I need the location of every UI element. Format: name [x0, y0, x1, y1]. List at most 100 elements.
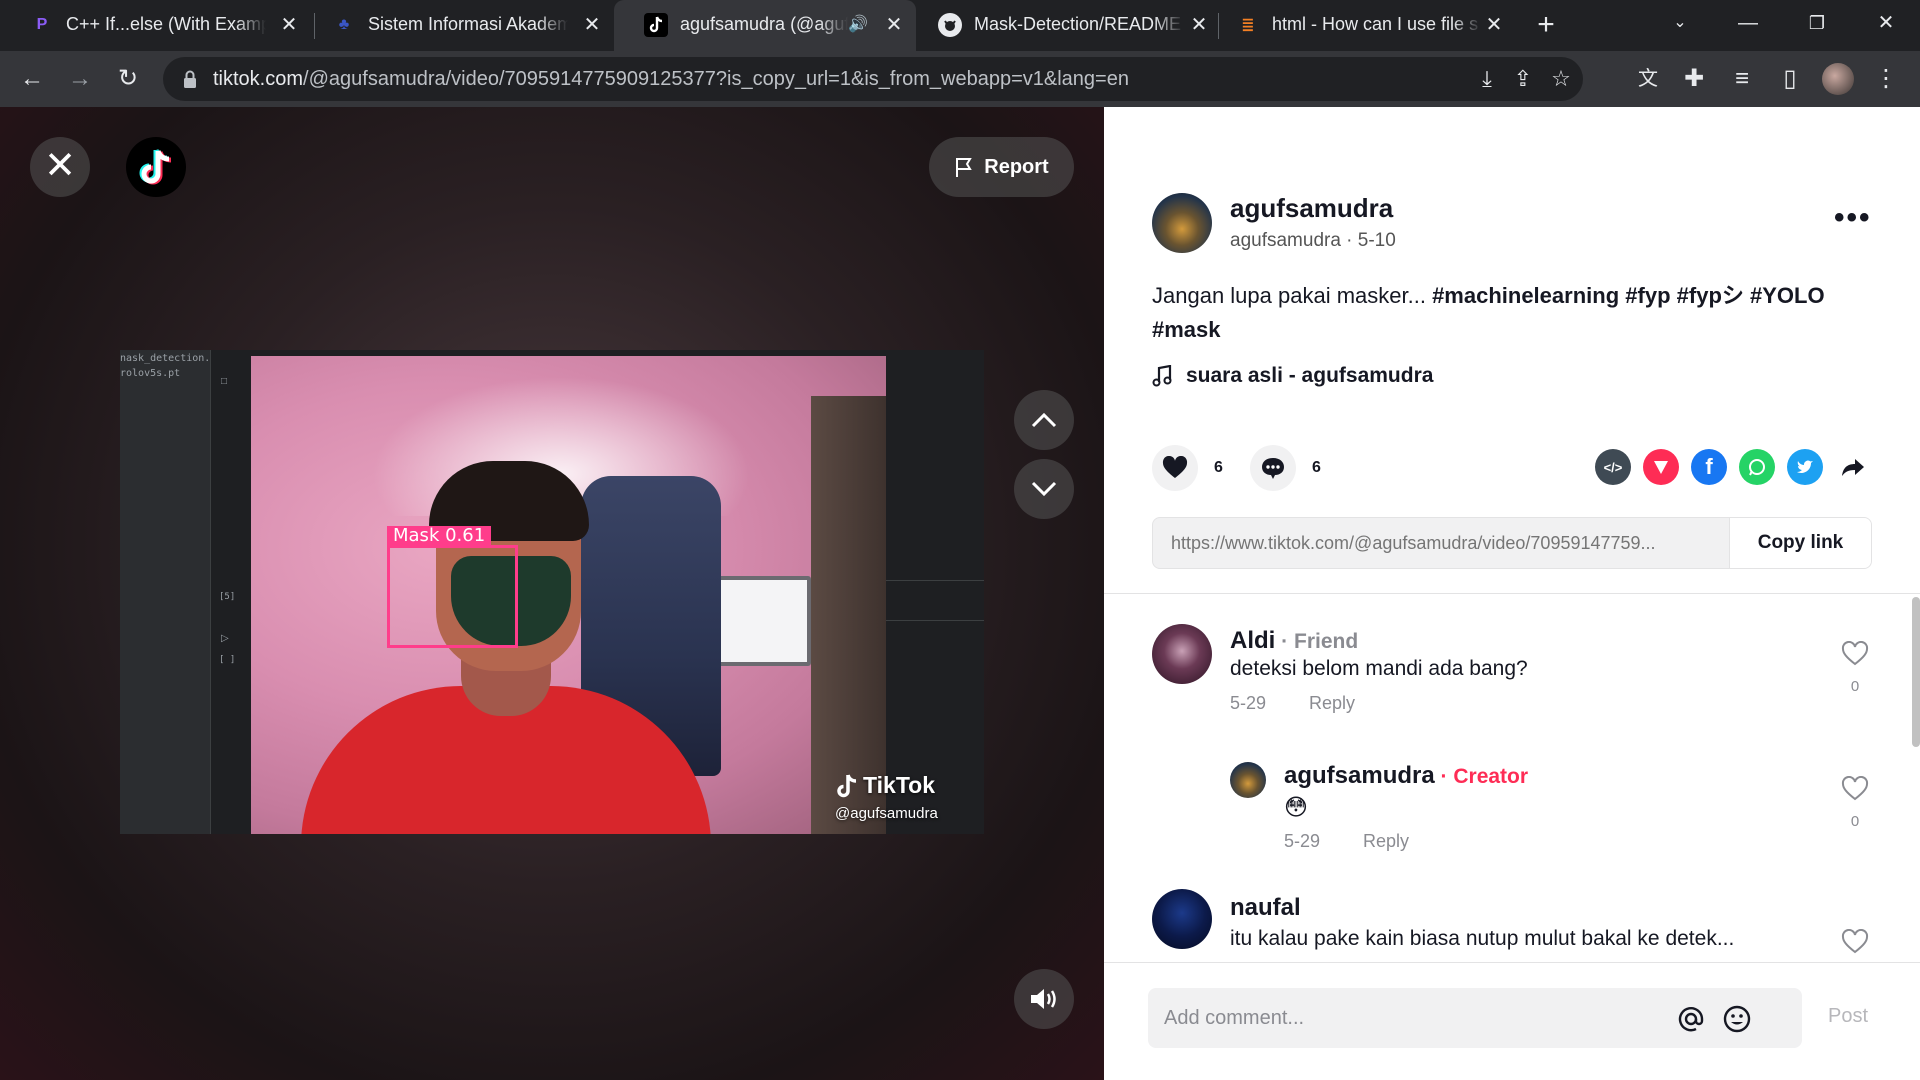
share-link-box: https://www.tiktok.com/@agufsamudra/vide…: [1152, 517, 1872, 569]
address-bar[interactable]: tiktok.com/@agufsamudra/video/7095914775…: [163, 57, 1583, 101]
commenter-name[interactable]: naufal: [1230, 894, 1301, 922]
comment-like[interactable]: [1835, 928, 1875, 960]
browser-tab[interactable]: ♣ Sistem Informasi Akademi ✕: [302, 0, 614, 51]
music-link[interactable]: suara asli - agufsamudra: [1152, 364, 1433, 388]
reload-button[interactable]: ↻: [112, 63, 144, 95]
hashtag[interactable]: #fyp: [1625, 283, 1670, 308]
heart-outline-icon: [1841, 775, 1869, 801]
comment-button[interactable]: [1250, 445, 1296, 491]
comment-date: 5-29: [1284, 831, 1321, 851]
browser-tab[interactable]: P C++ If...else (With Exampl ✕: [0, 0, 312, 51]
install-app-icon[interactable]: ⤓: [1471, 63, 1503, 95]
more-options-icon[interactable]: •••: [1834, 201, 1874, 234]
comments-list[interactable]: Aldi · Friend deteksi belom mandi ada ba…: [1104, 594, 1920, 962]
close-tab-icon[interactable]: ✕: [580, 13, 604, 37]
author-name[interactable]: agufsamudra: [1230, 193, 1393, 224]
comment-like-count: 0: [1850, 813, 1860, 830]
embed-icon[interactable]: </>: [1595, 449, 1631, 485]
ide-square-icon: □: [221, 376, 228, 387]
comment-count: 6: [1312, 459, 1321, 476]
whatsapp-icon[interactable]: [1739, 449, 1775, 485]
post-caption: Jangan lupa pakai masker... #machinelear…: [1152, 279, 1872, 347]
mention-icon[interactable]: [1676, 1004, 1706, 1034]
volume-icon: [1031, 989, 1056, 1009]
browser-menu-icon[interactable]: ⋮: [1870, 63, 1902, 95]
browser-tab[interactable]: Mask-Detection/README ✕: [908, 0, 1220, 51]
bookmark-star-icon[interactable]: ☆: [1545, 63, 1577, 95]
comment-like[interactable]: 0: [1835, 775, 1875, 830]
commenter-avatar[interactable]: [1152, 624, 1212, 684]
watermark-handle: @agufsamudra: [835, 805, 938, 822]
close-window-button[interactable]: ✕: [1866, 8, 1906, 38]
tab-search-icon[interactable]: ⌄: [1660, 8, 1700, 38]
side-panel-icon[interactable]: ▯: [1774, 63, 1806, 95]
post-comment-button[interactable]: Post: [1828, 1005, 1868, 1028]
close-video-button[interactable]: ✕: [30, 137, 90, 197]
hashtag[interactable]: #machinelearning: [1432, 283, 1619, 308]
extensions-icon[interactable]: ✚: [1678, 63, 1710, 95]
close-tab-icon[interactable]: ✕: [882, 13, 906, 37]
heart-outline-icon: [1841, 928, 1869, 954]
comment-date: 5-29: [1230, 693, 1267, 713]
twitter-icon[interactable]: [1787, 449, 1823, 485]
previous-video-button[interactable]: [1014, 390, 1074, 450]
minimize-button[interactable]: —: [1728, 8, 1768, 38]
ide-file-name: rolov5s.pt: [120, 368, 181, 379]
hashtag[interactable]: #mask: [1152, 317, 1221, 342]
volume-button[interactable]: [1014, 969, 1074, 1029]
emoji-icon[interactable]: [1722, 1004, 1752, 1034]
share-arrow-icon[interactable]: [1835, 449, 1871, 485]
copy-link-button[interactable]: Copy link: [1729, 518, 1871, 568]
comment-placeholder: Add comment...: [1164, 1007, 1305, 1029]
door: [811, 396, 886, 834]
close-tab-icon[interactable]: ✕: [277, 13, 301, 37]
send-icon[interactable]: [1643, 449, 1679, 485]
creator-badge: · Creator: [1434, 765, 1529, 788]
detection-box: [387, 545, 518, 648]
comment-bubble-icon: [1262, 458, 1284, 479]
speaker-icon[interactable]: 🔊: [846, 13, 870, 37]
comments-scrollbar[interactable]: [1912, 597, 1920, 747]
comment-text: deteksi belom mandi ada bang?: [1230, 657, 1528, 680]
reply-button[interactable]: Reply: [1309, 693, 1355, 714]
profile-avatar[interactable]: [1822, 63, 1854, 95]
author-avatar[interactable]: [1152, 193, 1212, 253]
restore-button[interactable]: ❐: [1797, 8, 1837, 38]
chevron-down-icon: [1031, 481, 1057, 497]
commenter-avatar[interactable]: [1230, 762, 1266, 798]
translate-icon[interactable]: 文: [1632, 63, 1664, 95]
music-title: suara asli - agufsamudra: [1186, 364, 1434, 387]
tiktok-logo-icon[interactable]: [126, 137, 186, 197]
programiz-icon: P: [36, 16, 48, 33]
share-page-icon[interactable]: ⇪: [1507, 63, 1539, 95]
new-tab-button[interactable]: +: [1530, 10, 1562, 42]
like-button[interactable]: [1152, 445, 1198, 491]
back-button[interactable]: ←: [16, 63, 48, 95]
browser-tab[interactable]: ≣ html - How can I use file s ✕: [1206, 0, 1518, 51]
like-stat[interactable]: 6: [1152, 445, 1223, 491]
media-control-icon[interactable]: ≡: [1726, 63, 1758, 95]
tiktok-watermark: TikTok @agufsamudra: [835, 772, 938, 822]
comment-input[interactable]: Add comment...: [1148, 988, 1802, 1048]
share-link-text[interactable]: https://www.tiktok.com/@agufsamudra/vide…: [1171, 533, 1706, 554]
reply-button[interactable]: Reply: [1363, 831, 1409, 852]
facebook-icon[interactable]: f: [1691, 449, 1727, 485]
commenter-avatar[interactable]: [1152, 889, 1212, 949]
close-tab-icon[interactable]: ✕: [1482, 13, 1506, 37]
forward-button[interactable]: →: [64, 63, 96, 95]
browser-tab-active[interactable]: agufsamudra (@aguf 🔊 ✕: [614, 0, 916, 51]
browser-toolbar: ← → ↻ tiktok.com/@agufsamudra/video/7095…: [0, 51, 1920, 107]
video-player[interactable]: nask_detection.ip... rolov5s.pt □ [5] ▷ …: [120, 350, 984, 834]
hashtag[interactable]: #fypシ: [1677, 283, 1744, 308]
hashtag[interactable]: #YOLO: [1750, 283, 1825, 308]
report-button[interactable]: Report: [929, 137, 1074, 197]
tab-title: html - How can I use file s: [1272, 14, 1482, 35]
ide-play-icon: ▷: [221, 633, 229, 644]
commenter-name[interactable]: agufsamudra · Creator: [1284, 762, 1528, 790]
comment-stat[interactable]: 6: [1250, 445, 1321, 491]
commenter-name[interactable]: Aldi · Friend: [1230, 627, 1358, 655]
comment-like[interactable]: 0: [1835, 640, 1875, 695]
next-video-button[interactable]: [1014, 459, 1074, 519]
chevron-up-icon: [1031, 412, 1057, 428]
stackoverflow-icon: ≣: [1241, 17, 1255, 34]
